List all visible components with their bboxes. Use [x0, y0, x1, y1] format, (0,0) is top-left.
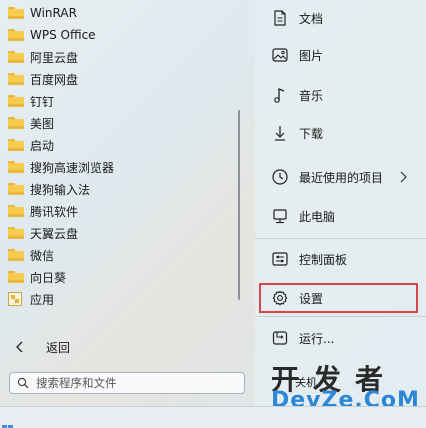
- list-item[interactable]: WPS Office: [0, 24, 240, 46]
- app-label: 阿里云盘: [30, 50, 79, 65]
- search-icon: [17, 377, 29, 389]
- app-label: 天翼云盘: [30, 226, 79, 241]
- app-label: 搜狗高速浏览器: [30, 160, 115, 175]
- divider: [255, 238, 426, 239]
- list-item[interactable]: 百度网盘: [0, 68, 240, 90]
- search-box[interactable]: [9, 372, 245, 394]
- place-documents[interactable]: 文档: [255, 3, 415, 33]
- app-list: WinRAR WPS Office 阿里云盘百度网盘钉钉美图启动搜狗高速浏览器 搜狗输…: [0, 2, 240, 310]
- place-this-pc[interactable]: 此电脑: [255, 201, 415, 231]
- place-downloads[interactable]: 下载: [255, 118, 415, 148]
- all-programs-pane: WinRAR WPS Office 阿里云盘百度网盘钉钉美图启动搜狗高速浏览器 搜狗输…: [0, 0, 252, 330]
- start-menu: WinRAR WPS Office 阿里云盘百度网盘钉钉美图启动搜狗高速浏览器 搜狗输…: [0, 0, 426, 428]
- app-label: 应用: [30, 292, 55, 307]
- place-pictures[interactable]: 图片: [255, 40, 415, 70]
- app-label: 搜狗输入法: [30, 182, 91, 197]
- list-item[interactable]: WinRAR: [0, 2, 240, 24]
- folder-icon: [8, 161, 24, 173]
- app-icon: [8, 292, 22, 306]
- run-icon: [272, 331, 288, 345]
- list-item[interactable]: 腾讯软件: [0, 200, 240, 222]
- folder-icon: [8, 51, 24, 63]
- folder-icon: [8, 183, 24, 195]
- place-music[interactable]: 音乐: [255, 80, 415, 110]
- place-control-panel[interactable]: 控制面板: [255, 244, 415, 274]
- place-label: 最近使用的项目: [299, 171, 384, 185]
- picture-icon: [272, 48, 288, 62]
- download-icon: [275, 126, 285, 141]
- folder-icon: [8, 117, 24, 129]
- place-label: 下载: [299, 127, 324, 141]
- app-label: 百度网盘: [30, 72, 79, 87]
- list-item[interactable]: 天翼云盘: [0, 222, 240, 244]
- app-label: 微信: [30, 248, 55, 263]
- list-item[interactable]: 微信: [0, 244, 240, 266]
- place-label: 文档: [299, 12, 324, 26]
- computer-icon: [273, 209, 287, 224]
- folder-icon: [8, 29, 24, 41]
- place-label: 控制面板: [299, 253, 348, 267]
- music-icon: [274, 88, 285, 103]
- chevron-right-icon[interactable]: [398, 171, 408, 183]
- folder-icon: [8, 7, 24, 19]
- list-item[interactable]: 应用: [0, 288, 240, 310]
- list-item[interactable]: 美图: [0, 112, 240, 134]
- folder-icon: [8, 73, 24, 85]
- chevron-left-icon: [16, 341, 23, 353]
- clock-icon: [272, 169, 288, 185]
- list-item[interactable]: 搜狗高速浏览器: [0, 156, 240, 178]
- divider: [255, 316, 426, 317]
- back-label: 返回: [46, 341, 71, 355]
- shutdown-label: 关机: [295, 376, 317, 389]
- places-pane: 文档 图片 音乐 下载 最近使用的项目 此电脑 控制面板 设置 运行... 关机: [255, 0, 426, 427]
- taskbar: [0, 406, 426, 428]
- app-label: 钉钉: [30, 94, 55, 109]
- app-label: 腾讯软件: [30, 204, 79, 219]
- list-item[interactable]: 搜狗输入法: [0, 178, 240, 200]
- folder-icon: [8, 249, 24, 261]
- list-item[interactable]: 启动: [0, 134, 240, 156]
- place-label: 运行...: [299, 332, 335, 346]
- folder-icon: [8, 205, 24, 217]
- search-input[interactable]: [36, 374, 236, 392]
- place-label: 此电脑: [299, 210, 336, 224]
- app-label: 启动: [30, 138, 55, 153]
- app-label: 美图: [30, 116, 55, 131]
- place-run[interactable]: 运行...: [255, 323, 415, 353]
- place-label: 设置: [299, 292, 324, 306]
- place-recent[interactable]: 最近使用的项目: [255, 162, 415, 192]
- place-label: 音乐: [299, 89, 324, 103]
- document-icon: [274, 10, 286, 26]
- list-item[interactable]: 向日葵: [0, 266, 240, 288]
- place-settings[interactable]: 设置: [259, 283, 418, 313]
- folder-icon: [8, 95, 24, 107]
- control-panel-icon: [272, 252, 288, 266]
- list-item[interactable]: 阿里云盘: [0, 46, 240, 68]
- list-item[interactable]: 钉钉: [0, 90, 240, 112]
- app-label: WinRAR: [30, 6, 77, 20]
- back-button[interactable]: 返回: [0, 334, 250, 360]
- folder-icon: [8, 271, 24, 283]
- app-label: 向日葵: [30, 270, 67, 285]
- gear-icon: [272, 290, 288, 306]
- folder-icon: [8, 139, 24, 151]
- app-label: WPS Office: [30, 28, 96, 42]
- folder-icon: [8, 227, 24, 239]
- scrollbar[interactable]: [238, 110, 240, 300]
- shutdown-button[interactable]: 关机: [255, 366, 415, 396]
- place-label: 图片: [299, 49, 324, 63]
